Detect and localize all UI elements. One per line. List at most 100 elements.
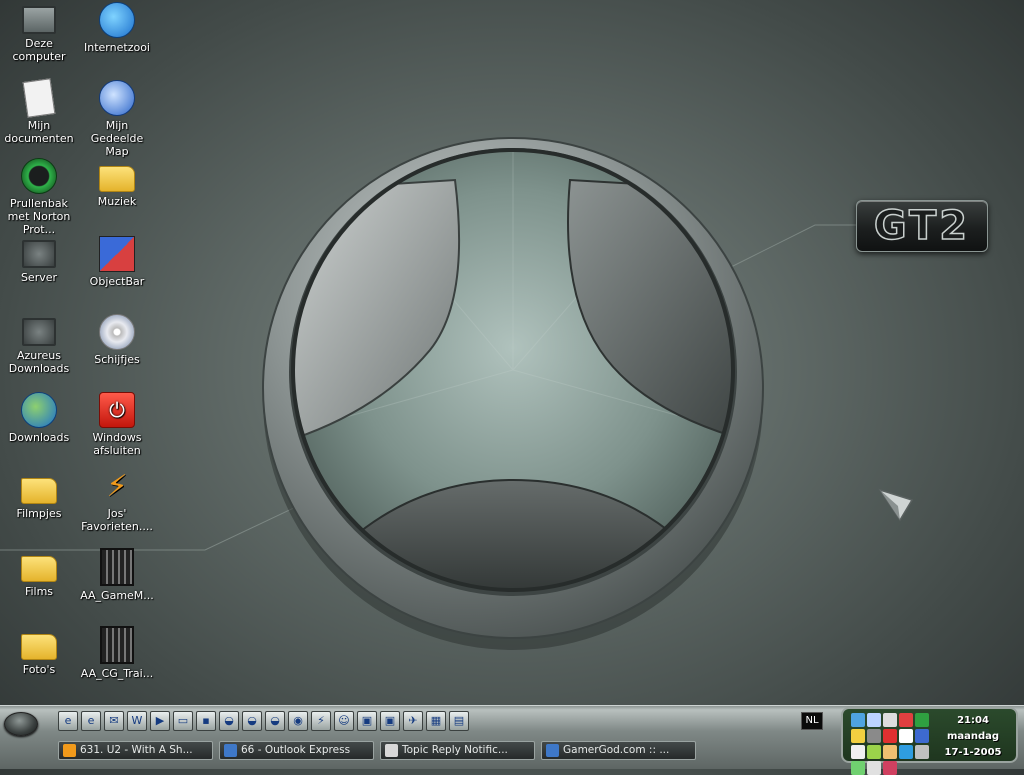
tray-icon[interactable]	[867, 729, 881, 743]
desktop-icon-label: Azureus Downloads	[8, 349, 70, 375]
desktop-icon-objectbar[interactable]: ObjectBar	[78, 236, 156, 288]
tray-icon-area	[851, 713, 933, 775]
tray-icon[interactable]	[867, 761, 881, 775]
clock-date: 17-1-2005	[944, 747, 1002, 758]
quick-launch-bar: e e ✉ W ▶ ▭ ▪ ◒ ◒ ◒ ◉ ⚡ ☺ ▣ ▣ ✈ ▦ ▤	[58, 711, 469, 731]
drive-icon[interactable]: ◒	[242, 711, 262, 731]
desktop-icon-downloads[interactable]: Downloads	[0, 392, 78, 444]
music-folder-icon	[99, 166, 135, 192]
app-icon[interactable]: ▤	[449, 711, 469, 731]
winamp-icon[interactable]: ⚡	[311, 711, 331, 731]
desktop-icon-label: Jos' Favorieten....	[81, 507, 153, 533]
app-icon[interactable]: ▣	[357, 711, 377, 731]
desktop-icon-muziek[interactable]: Muziek	[78, 158, 156, 208]
desktop-icon-mijn-documenten[interactable]: Mijn documenten	[0, 78, 78, 145]
desktop-icon-label: Filmpjes	[16, 507, 62, 520]
desktop-icon-label: Windows afsluiten	[92, 431, 142, 457]
ie-icon	[546, 744, 559, 757]
desktop-icon-azureus-downloads[interactable]: Azureus Downloads	[0, 314, 78, 375]
tray-icon[interactable]	[851, 761, 865, 775]
tray-icon[interactable]	[915, 729, 929, 743]
desktop-icon-films[interactable]: Films	[0, 548, 78, 598]
tray-icon[interactable]	[915, 745, 929, 759]
server-icon	[22, 240, 56, 268]
tray-icon[interactable]	[883, 761, 897, 775]
tray-icon[interactable]	[851, 745, 865, 759]
desktop-icon-label: ObjectBar	[89, 275, 145, 288]
winamp-icon	[63, 744, 76, 757]
taskbar-button-topic-reply[interactable]: Topic Reply Notific...	[380, 741, 535, 760]
outlook-icon	[224, 744, 237, 757]
tray-icon[interactable]	[899, 745, 913, 759]
calculator-icon[interactable]: ▦	[426, 711, 446, 731]
desktop-icon-mijn-gedeelde-map[interactable]: Mijn Gedeelde Map	[78, 80, 156, 158]
language-indicator[interactable]: NL	[801, 712, 823, 730]
tray-icon[interactable]	[867, 713, 881, 727]
taskbar-button-winamp[interactable]: 631. U2 - With A Sh...	[58, 741, 213, 760]
tray-icon[interactable]	[899, 729, 913, 743]
taskbar-button-label: 66 - Outlook Express	[241, 744, 351, 756]
outlook-icon[interactable]: ✉	[104, 711, 124, 731]
desktop-icon-label: Internetzooi	[84, 41, 150, 54]
mouse-cursor-icon	[878, 488, 914, 522]
app-icon[interactable]: ✈	[403, 711, 423, 731]
desktop-icon-deze-computer[interactable]: Deze computer	[0, 2, 78, 63]
tray-icon[interactable]	[883, 729, 897, 743]
ie-icon[interactable]: e	[81, 711, 101, 731]
clock[interactable]: 21:04 maandag 17-1-2005	[942, 713, 1004, 761]
video-folder-icon	[21, 478, 57, 504]
desktop-icon-schijfjes[interactable]: Schijfjes	[78, 314, 156, 366]
desktop-icon-label: Foto's	[22, 663, 56, 676]
desktop-icon-label: Deze computer	[12, 37, 66, 63]
shared-folder-icon	[99, 80, 135, 116]
desktop-icon-aa-cg-trai[interactable]: AA_CG_Trai...	[78, 626, 156, 680]
tray-icon[interactable]	[867, 745, 881, 759]
desktop-icon-fotos[interactable]: Foto's	[0, 626, 78, 676]
desktop-icon-label: AA_CG_Trai...	[80, 667, 154, 680]
tray-icon[interactable]	[851, 729, 865, 743]
taskbar-button-label: GamerGod.com :: ...	[563, 744, 670, 756]
disc-icon	[99, 314, 135, 350]
taskbar-buttons: 631. U2 - With A Sh... 66 - Outlook Expr…	[58, 741, 696, 760]
desktop-icon-label: Mijn documenten	[4, 119, 74, 145]
mail-icon	[385, 744, 398, 757]
desktop-icon-label: Server	[20, 271, 58, 284]
floppy-icon[interactable]: ▪	[196, 711, 216, 731]
azureus-icon	[22, 318, 56, 346]
desktop-icon-filmpjes[interactable]: Filmpjes	[0, 470, 78, 520]
computer-icon	[22, 6, 56, 34]
taskbar-button-label: 631. U2 - With A Sh...	[80, 744, 193, 756]
desktop-icon-prullenbak[interactable]: Prullenbak met Norton Prot...	[0, 158, 78, 236]
desktop-icon-aa-gamem[interactable]: AA_GameM...	[78, 548, 156, 602]
film-strip-icon	[100, 626, 134, 664]
desktop-icon-internetzooi[interactable]: Internetzooi	[78, 2, 156, 54]
desktop-icon-windows-afsluiten[interactable]: ⏻ Windows afsluiten	[78, 392, 156, 457]
desktop-icon-server[interactable]: Server	[0, 236, 78, 284]
tray-icon[interactable]	[883, 713, 897, 727]
shutdown-icon: ⏻	[99, 392, 135, 428]
start-button[interactable]	[4, 712, 38, 736]
app-icon[interactable]: ▣	[380, 711, 400, 731]
desktop-icon-label: AA_GameM...	[80, 589, 154, 602]
gt2-logo-text: GT2	[873, 203, 971, 249]
robot-icon[interactable]: ☺	[334, 711, 354, 731]
tray-icon[interactable]	[883, 745, 897, 759]
drive-icon[interactable]: ◒	[265, 711, 285, 731]
display-icon[interactable]: ▭	[173, 711, 193, 731]
taskbar-button-outlook[interactable]: 66 - Outlook Express	[219, 741, 374, 760]
drive-icon[interactable]: ◒	[219, 711, 239, 731]
tray-icon[interactable]	[915, 713, 929, 727]
internet-globe-icon	[99, 2, 135, 38]
tray-icon[interactable]	[851, 713, 865, 727]
media-player-icon[interactable]: ▶	[150, 711, 170, 731]
film-strip-icon	[100, 548, 134, 586]
word-icon[interactable]: W	[127, 711, 147, 731]
browser-icon[interactable]: ◉	[288, 711, 308, 731]
ie-icon[interactable]: e	[58, 711, 78, 731]
taskbar-button-gamergod[interactable]: GamerGod.com :: ...	[541, 741, 696, 760]
tray-icon[interactable]	[899, 713, 913, 727]
clock-day: maandag	[946, 731, 1000, 742]
clock-time: 21:04	[957, 715, 989, 726]
taskbar-button-label: Topic Reply Notific...	[402, 744, 508, 756]
desktop-icon-jos-favorieten[interactable]: ⚡ Jos' Favorieten....	[78, 470, 156, 534]
